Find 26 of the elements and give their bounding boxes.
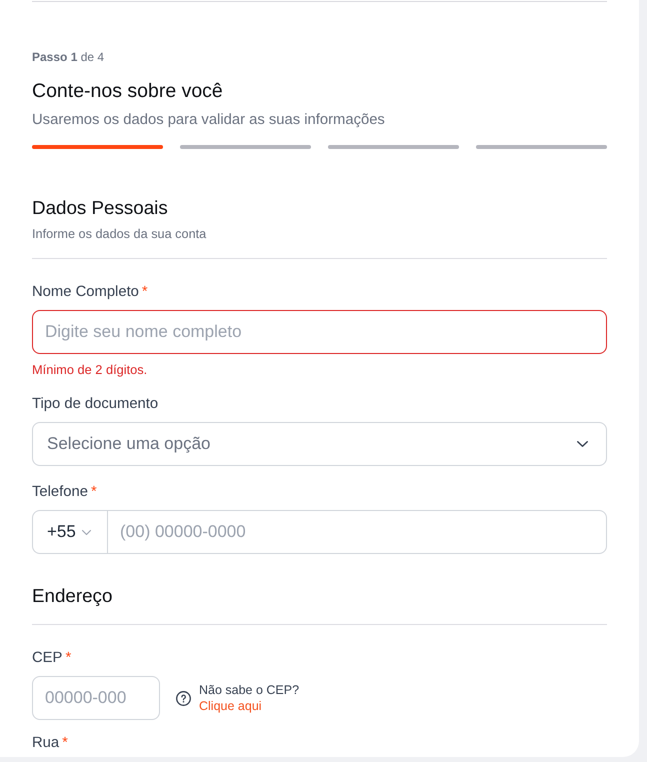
error-message: Mínimo de 2 dígitos. [32,362,148,378]
field-label: Nome Completo [32,283,139,302]
section-title: Dados Pessoais [32,196,168,220]
text-input[interactable]: Digite seu nome completo [32,310,607,354]
field-label: Telefone [32,483,88,502]
field-label: CEP [32,649,62,668]
help-text: Não sabe o CEP? [199,682,300,698]
form-title: Conte-nos sobre você [32,79,223,103]
field-label: Tipo de documento [32,395,158,414]
form-subtitle: Usaremos os dados para validar as suas informações [32,111,385,130]
select-field[interactable]: Selecione uma opção [32,422,607,466]
step-counter: Passo 1 de 4 [32,49,104,65]
required-mark: * [90,483,97,502]
phone-input[interactable]: (00) 00000-0000 [107,510,607,554]
field-label: Rua [32,734,60,753]
required-mark: * [65,649,72,668]
required-mark: * [142,283,148,302]
required-mark: * [62,734,68,753]
chevron-down-icon [82,530,91,534]
chevron-down-icon [577,441,588,447]
section-description: Informe os dados da sua conta [32,226,206,242]
section-title: Endereço [32,584,112,608]
country-code-select[interactable]: +55 [32,510,107,554]
help-icon [176,690,191,706]
help-link[interactable]: Clique aqui [199,698,262,714]
postal-code-input[interactable]: 00000-000 [32,676,160,720]
